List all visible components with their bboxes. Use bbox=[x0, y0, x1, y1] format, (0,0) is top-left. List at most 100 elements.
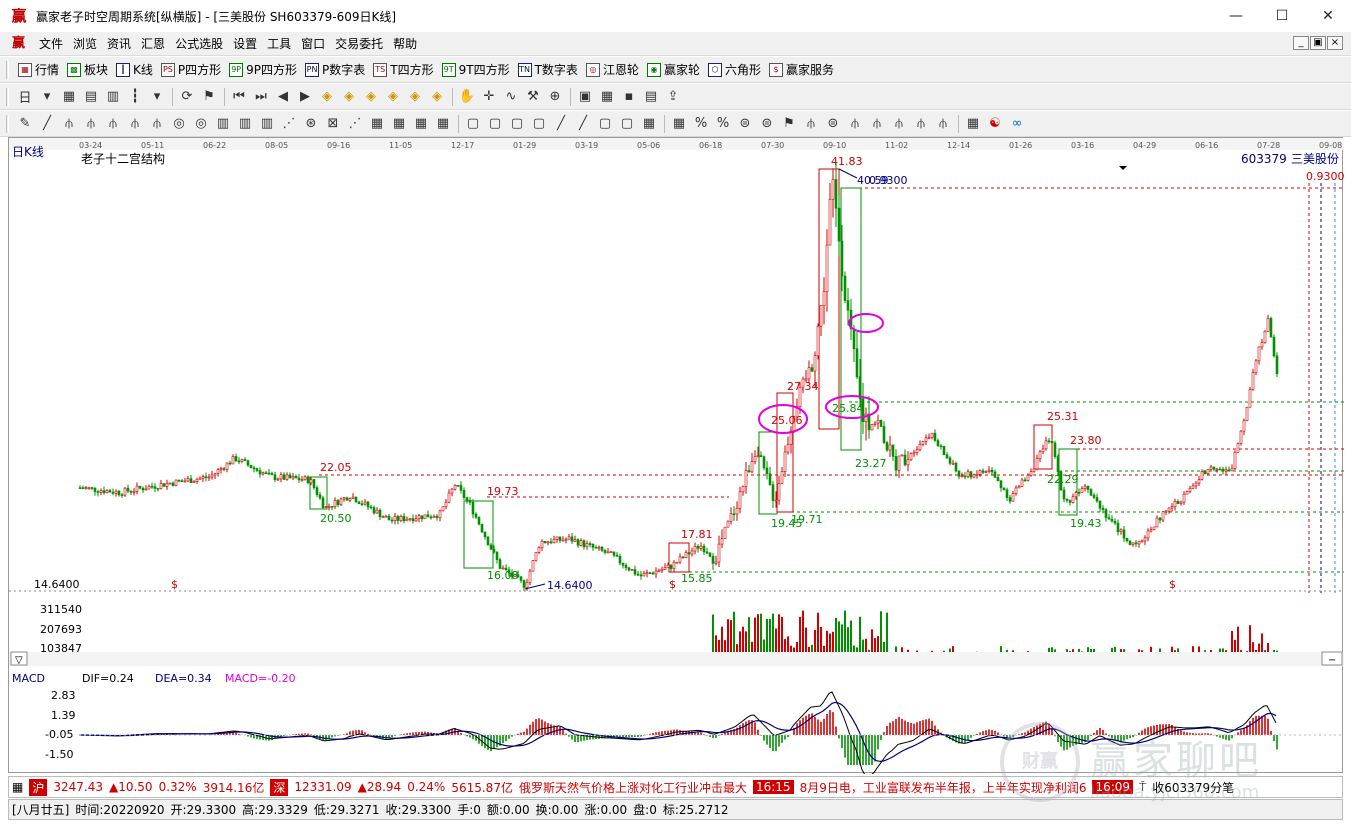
box-icon[interactable]: ▢ bbox=[484, 113, 506, 135]
chart-icon[interactable]: ▤ bbox=[80, 86, 102, 108]
dropdown-icon[interactable]: ▾ bbox=[36, 86, 58, 108]
tool-icon[interactable]: ⚒ bbox=[522, 86, 544, 108]
export-icon[interactable]: ⇪ bbox=[662, 86, 684, 108]
minimize-button[interactable]: — bbox=[1213, 0, 1259, 32]
grid-icon[interactable]: ▦ bbox=[388, 113, 410, 135]
calendar-icon[interactable]: ▣ bbox=[574, 86, 596, 108]
menu-formula[interactable]: 公式选股 bbox=[170, 35, 228, 52]
news-ticker-2[interactable]: 8月9日电，工业富联发布半年报，上半年实现净利润6 bbox=[797, 779, 1090, 796]
box-icon[interactable]: ▢ bbox=[616, 113, 638, 135]
fork-icon[interactable]: ⫛ bbox=[800, 113, 822, 135]
maximize-button[interactable]: ☐ bbox=[1259, 0, 1305, 32]
box-icon[interactable]: ▢ bbox=[528, 113, 550, 135]
table-icon[interactable]: ▦ bbox=[668, 113, 690, 135]
scroll-down-icon[interactable]: ▽ bbox=[15, 655, 23, 666]
percent-icon[interactable]: % bbox=[712, 113, 734, 135]
fork-icon[interactable]: ⫛ bbox=[910, 113, 932, 135]
circle-icon[interactable]: ◎ bbox=[190, 113, 212, 135]
grid-icon[interactable]: ▦ bbox=[9, 780, 26, 794]
flag-icon[interactable]: ⚑ bbox=[198, 86, 220, 108]
toolbar-btn-9t[interactable]: 9T 9T四方形 bbox=[438, 59, 514, 81]
close-tick-label[interactable]: 收603379分笔 bbox=[1149, 779, 1237, 796]
diamond-icon[interactable]: ◈ bbox=[316, 86, 338, 108]
menu-help[interactable]: 帮助 bbox=[388, 35, 422, 52]
menu-tools[interactable]: 工具 bbox=[262, 35, 296, 52]
line-icon[interactable]: ╱ bbox=[36, 113, 58, 135]
toolbar-btn-winner-wheel[interactable]: ◉ 赢家轮 bbox=[643, 59, 704, 81]
period-icon[interactable]: 日 bbox=[14, 86, 36, 108]
menu-info[interactable]: 资讯 bbox=[102, 35, 136, 52]
menu-trade[interactable]: 交易委托 bbox=[330, 35, 388, 52]
grid-icon[interactable]: ▦ bbox=[410, 113, 432, 135]
coin-icon[interactable]: ⊜ bbox=[734, 113, 756, 135]
first-icon[interactable]: ⏮ bbox=[228, 86, 250, 108]
toolbar-btn-ts[interactable]: TS T四方形 bbox=[369, 59, 437, 81]
fan-icon[interactable]: ⋰ bbox=[344, 113, 366, 135]
box-icon[interactable]: ▢ bbox=[594, 113, 616, 135]
infinity-icon[interactable]: ∞ bbox=[1006, 113, 1028, 135]
diamond-icon[interactable]: ◈ bbox=[404, 86, 426, 108]
close-button[interactable]: ✕ bbox=[1305, 0, 1351, 32]
fork-icon[interactable]: ⫛ bbox=[888, 113, 910, 135]
diamond-icon[interactable]: ◈ bbox=[360, 86, 382, 108]
toolbar-btn-sector[interactable]: ▩ 板块 bbox=[63, 59, 112, 81]
hand-icon[interactable]: ✋ bbox=[456, 86, 478, 108]
bars-icon[interactable]: ▥ bbox=[212, 113, 234, 135]
circle-icon[interactable]: ◎ bbox=[168, 113, 190, 135]
menu-settings[interactable]: 设置 bbox=[228, 35, 262, 52]
menu-window[interactable]: 窗口 bbox=[296, 35, 330, 52]
toolbar-grip[interactable] bbox=[6, 114, 9, 133]
news-ticker-1[interactable]: 俄罗斯天然气价格上涨对化工行业冲击最大 bbox=[516, 779, 750, 796]
toolbar-btn-jiangen-wheel[interactable]: ◎ 江恩轮 bbox=[582, 59, 643, 81]
diamond-icon[interactable]: ◈ bbox=[382, 86, 404, 108]
flag-icon[interactable]: ⚑ bbox=[778, 113, 800, 135]
target-icon[interactable]: ⊛ bbox=[300, 113, 322, 135]
fork-icon[interactable]: ⫛ bbox=[102, 113, 124, 135]
collapse-icon[interactable]: − bbox=[1328, 655, 1336, 666]
sz-index[interactable]: 12331.09 bbox=[291, 780, 354, 794]
prev-icon[interactable]: ◀ bbox=[272, 86, 294, 108]
print-icon[interactable]: ▤ bbox=[640, 86, 662, 108]
last-icon[interactable]: ⏭ bbox=[250, 86, 272, 108]
box-icon[interactable]: ▢ bbox=[506, 113, 528, 135]
coin-icon[interactable]: ⊜ bbox=[822, 113, 844, 135]
chart-area[interactable]: 03-24 05-11 06-22 08-05 09-16 11-05 12-17 01-29… bbox=[8, 137, 1344, 774]
coin-icon[interactable]: ⊜ bbox=[756, 113, 778, 135]
grid-icon[interactable]: ▦ bbox=[432, 113, 454, 135]
kline-chart[interactable]: 03-24 05-11 06-22 08-05 09-16 11-05 12-17 01-29… bbox=[9, 138, 1344, 774]
calc-icon[interactable]: ▦ bbox=[596, 86, 618, 108]
mdi-close-button[interactable]: × bbox=[1327, 36, 1343, 50]
toolbar-btn-kline[interactable]: ┃ K线 bbox=[112, 59, 157, 81]
mdi-restore-button[interactable]: ▣ bbox=[1310, 36, 1326, 50]
fork-icon[interactable]: ⫛ bbox=[844, 113, 866, 135]
fork-icon[interactable]: ⫛ bbox=[146, 113, 168, 135]
toolbar-btn-pn[interactable]: PN P数字表 bbox=[301, 59, 369, 81]
yinyang-icon[interactable]: ☯ bbox=[984, 113, 1006, 135]
dropdown-icon[interactable]: ▾ bbox=[146, 86, 168, 108]
fan-icon[interactable]: ⋰ bbox=[278, 113, 300, 135]
toolbar-grip[interactable] bbox=[6, 87, 9, 106]
toolbar-btn-market[interactable]: ▦ 行情 bbox=[14, 59, 63, 81]
percent-icon[interactable]: % bbox=[690, 113, 712, 135]
grid-icon[interactable]: ▦ bbox=[638, 113, 660, 135]
cross-icon[interactable]: ⊠ bbox=[322, 113, 344, 135]
refresh-icon[interactable]: ⟳ bbox=[176, 86, 198, 108]
bars-icon[interactable]: ▥ bbox=[256, 113, 278, 135]
menu-browse[interactable]: 浏览 bbox=[68, 35, 102, 52]
box-icon[interactable]: ▢ bbox=[462, 113, 484, 135]
pen-icon[interactable]: ✎ bbox=[14, 113, 36, 135]
toolbar-btn-tn[interactable]: TN T数字表 bbox=[514, 59, 582, 81]
next-icon[interactable]: ▶ bbox=[294, 86, 316, 108]
grid-icon[interactable]: ▦ bbox=[58, 86, 80, 108]
grid-icon[interactable]: ▦ bbox=[366, 113, 388, 135]
diamond-icon[interactable]: ◈ bbox=[338, 86, 360, 108]
fork-icon[interactable]: ⫛ bbox=[58, 113, 80, 135]
table-icon[interactable]: ▦ bbox=[962, 113, 984, 135]
toolbar-btn-9p[interactable]: 9P 9P四方形 bbox=[225, 59, 301, 81]
fork-icon[interactable]: ⫛ bbox=[932, 113, 954, 135]
menu-huien[interactable]: 汇恩 bbox=[136, 35, 170, 52]
toolbar-btn-ps[interactable]: PS P四方形 bbox=[157, 59, 225, 81]
candle-icon[interactable]: ┇ bbox=[124, 86, 146, 108]
wave-icon[interactable]: ∿ bbox=[500, 86, 522, 108]
fork-icon[interactable]: ⫛ bbox=[80, 113, 102, 135]
